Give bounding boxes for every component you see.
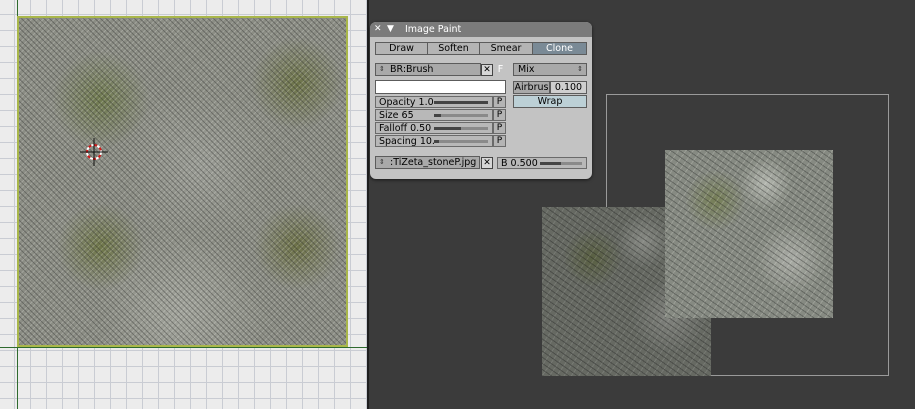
size-label: Size 65 — [379, 110, 414, 121]
clone-image-name: :TiZeta_stoneP.jpg — [390, 157, 477, 168]
opacity-label: Opacity 1.0 — [379, 97, 434, 108]
x-icon[interactable]: ✕ — [481, 64, 493, 76]
slider-fill — [434, 101, 488, 104]
slider-track — [434, 140, 488, 143]
clone-image-selector[interactable]: ⇕ :TiZeta_stoneP.jpg — [375, 156, 480, 169]
slider-track — [434, 101, 488, 104]
crosshair-cursor-icon[interactable] — [80, 138, 108, 166]
clone-button[interactable]: Clone — [532, 42, 587, 55]
spinner-arrows-icon: ⇕ — [379, 65, 385, 73]
slider-fill — [434, 114, 442, 117]
texture-image[interactable] — [17, 16, 348, 347]
brush-selector[interactable]: ⇕ BR:Brush — [375, 63, 481, 76]
blend-mode-select[interactable]: Mix ⇕ — [513, 63, 587, 76]
draw-button[interactable]: Draw — [375, 42, 428, 55]
spinner-arrows-icon: ⇕ — [577, 65, 583, 73]
opacity-slider[interactable]: Opacity 1.0 — [375, 96, 493, 108]
uv-image-editor[interactable] — [0, 0, 367, 409]
uv-axis-horizontal — [0, 347, 367, 348]
airbrush-toggle[interactable]: Airbrus — [513, 81, 550, 94]
fake-user-button[interactable]: F — [495, 64, 506, 76]
falloff-pressure-button[interactable]: P — [493, 122, 506, 134]
slider-fill — [540, 162, 561, 165]
spinner-arrows-icon: ⇕ — [379, 158, 385, 166]
airbrush-rate-field[interactable]: 0.100 — [550, 81, 587, 94]
image-paint-panel: ✕ ▼ Image Paint Draw Soften Smear Clone … — [370, 22, 592, 179]
panel-title: Image Paint — [405, 24, 462, 35]
triangle-down-icon[interactable]: ▼ — [387, 22, 394, 37]
spacing-label: Spacing 10. — [379, 136, 435, 147]
smear-button[interactable]: Smear — [479, 42, 533, 55]
spacing-pressure-button[interactable]: P — [493, 135, 506, 147]
wrap-toggle[interactable]: Wrap — [513, 95, 587, 108]
blend-mode-value: Mix — [518, 64, 535, 75]
stone-plane-clone[interactable] — [665, 150, 833, 318]
falloff-slider[interactable]: Falloff 0.50 — [375, 122, 493, 134]
slider-track — [434, 127, 488, 130]
size-pressure-button[interactable]: P — [493, 109, 506, 121]
slider-track — [540, 162, 582, 165]
falloff-label: Falloff 0.50 — [379, 123, 432, 134]
brush-color-swatch[interactable] — [375, 80, 506, 94]
size-slider[interactable]: Size 65 — [375, 109, 493, 121]
opacity-pressure-button[interactable]: P — [493, 96, 506, 108]
clone-blend-slider[interactable]: B 0.500 — [497, 157, 587, 169]
slider-fill — [434, 127, 461, 130]
x-icon[interactable]: ✕ — [481, 157, 493, 169]
close-icon[interactable]: ✕ — [374, 22, 382, 37]
clone-blend-label: B 0.500 — [501, 158, 538, 169]
slider-fill — [434, 140, 440, 143]
panel-header[interactable]: ✕ ▼ Image Paint — [370, 22, 592, 37]
soften-button[interactable]: Soften — [427, 42, 480, 55]
slider-track — [434, 114, 488, 117]
spacing-slider[interactable]: Spacing 10. — [375, 135, 493, 147]
brush-name: BR:Brush — [390, 64, 434, 75]
